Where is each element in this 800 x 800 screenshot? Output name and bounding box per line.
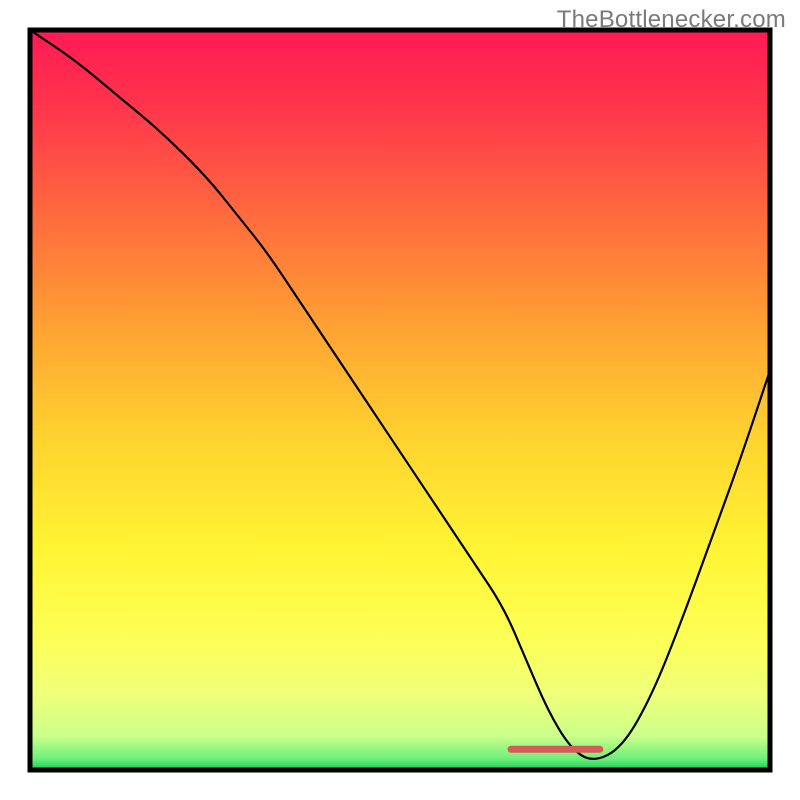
watermark-text: TheBottlenecker.com [557, 6, 786, 34]
plot-area [30, 30, 770, 770]
bottleneck-chart [0, 0, 800, 800]
